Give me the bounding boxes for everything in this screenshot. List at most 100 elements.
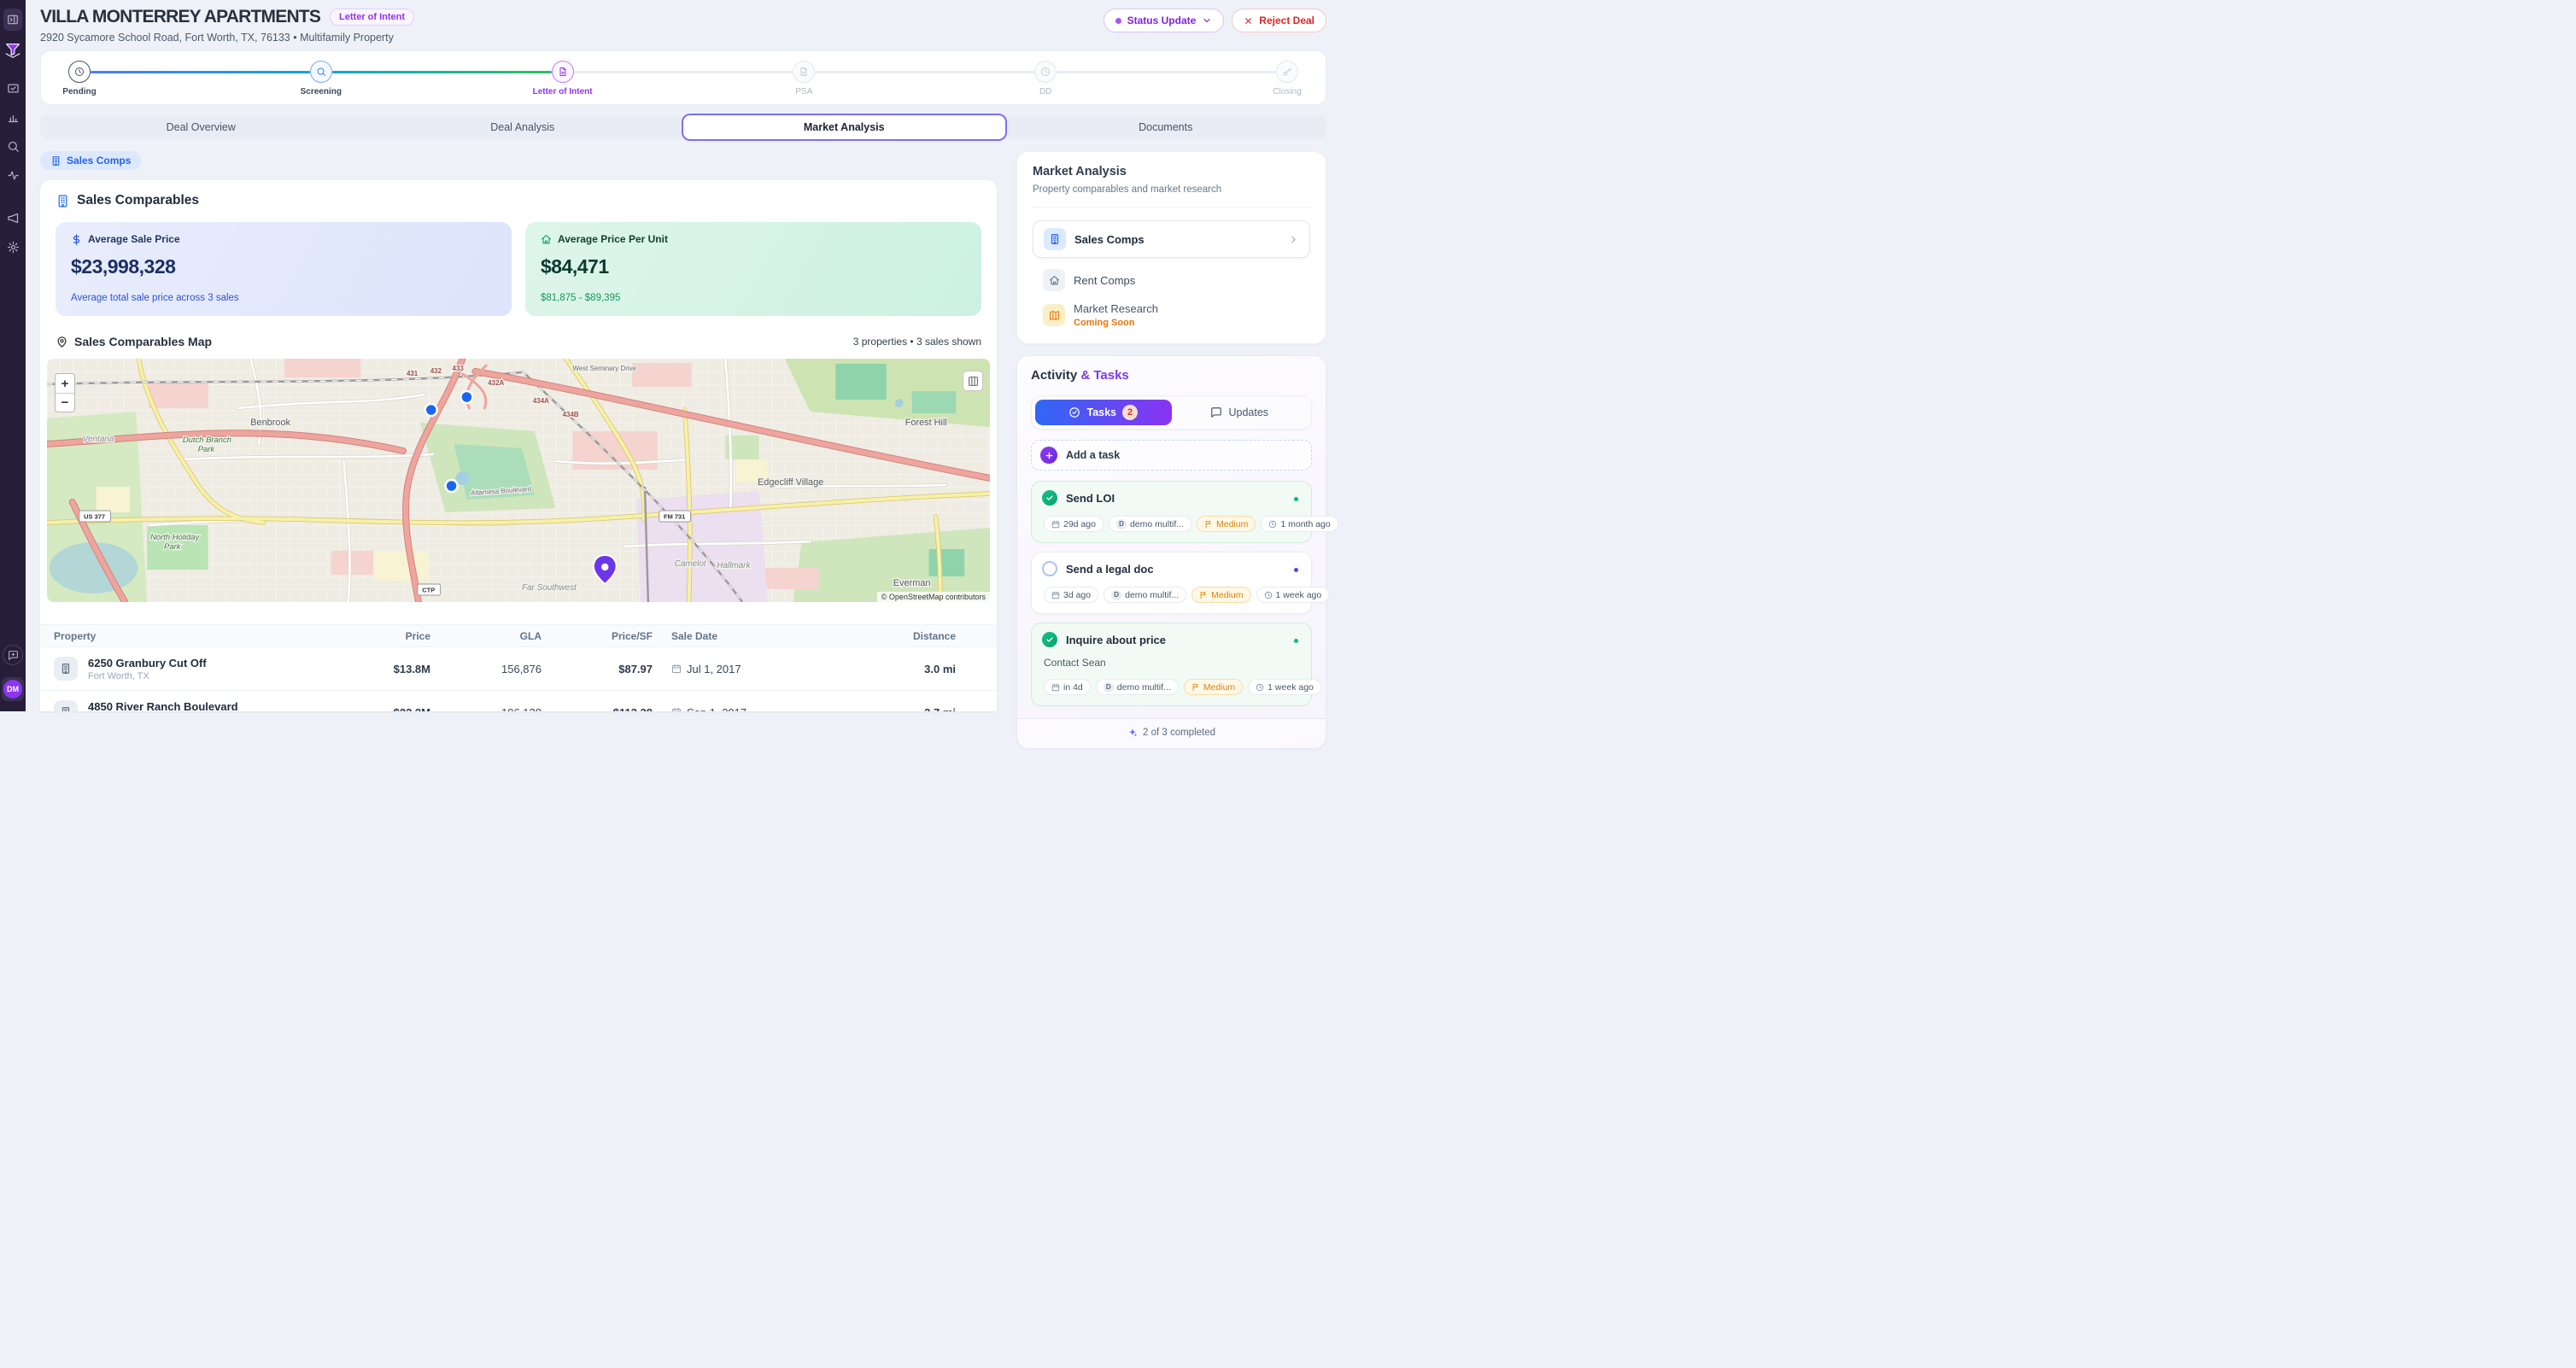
calendar-icon — [671, 707, 682, 711]
task-checkbox-checked[interactable] — [1042, 632, 1057, 647]
stepper-connector — [815, 71, 1034, 73]
sales-comps-chip[interactable]: Sales Comps — [40, 151, 141, 170]
settings-gear-icon[interactable] — [6, 240, 20, 254]
updated-chip: 1 month ago — [1261, 516, 1338, 532]
task-card[interactable]: Send LOI 29d ago Ddemo multif... Medium … — [1031, 481, 1312, 543]
comp-marker[interactable] — [425, 404, 437, 416]
map-label: 431 — [407, 370, 419, 377]
deal-tabs: Deal Overview Deal Analysis Market Analy… — [40, 115, 1326, 139]
activity-pulse-icon[interactable] — [6, 168, 20, 182]
chevron-down-icon — [1202, 15, 1212, 26]
app-logo-funnel-icon[interactable] — [3, 41, 22, 60]
calendar-icon — [1051, 520, 1060, 529]
map-label: Far Southwest — [522, 583, 577, 593]
task-description: Contact Sean — [1044, 657, 1301, 669]
zoom-out-button[interactable]: − — [56, 393, 74, 412]
plus-icon — [1040, 447, 1057, 464]
task-card[interactable]: Send a legal doc 3d ago Ddemo multif... … — [1031, 552, 1312, 614]
map-label: West Seminary Drive — [573, 365, 637, 372]
tasks-count-badge: 2 — [1122, 405, 1138, 420]
tasks-tab[interactable]: Tasks 2 — [1035, 400, 1172, 425]
due-chip: 3d ago — [1044, 587, 1098, 603]
task-checkbox-checked[interactable] — [1042, 490, 1057, 506]
clock-icon — [1040, 67, 1051, 77]
calendar-icon — [1051, 591, 1060, 599]
stepper-step-closing[interactable]: Closing — [1276, 61, 1298, 83]
stepper-step-screening[interactable]: Screening — [310, 61, 332, 83]
deal-stage-badge: Letter of Intent — [330, 9, 414, 26]
sales-comps-map[interactable]: US 377 FM 731 CTP 431 432 433 432A 434A … — [47, 359, 990, 602]
flag-icon — [1191, 683, 1200, 692]
panel-subtitle: Property comparables and market research — [1033, 184, 1310, 195]
map-label: Park — [198, 445, 216, 454]
map-label: Everman — [893, 578, 931, 588]
updates-tab[interactable]: Updates — [1172, 400, 1308, 425]
map-section-heading: Sales Comparables Map — [56, 335, 212, 348]
table-row[interactable]: 4850 River Ranch BoulevardFort Worth, TX… — [40, 691, 997, 711]
nav-item-rent-comps[interactable]: Rent Comps — [1033, 269, 1310, 291]
map-label: 434A — [533, 397, 549, 405]
map-label: 432A — [488, 379, 504, 387]
task-status-dot — [1294, 497, 1298, 501]
task-checkbox-unchecked[interactable] — [1042, 561, 1057, 576]
building-icon — [54, 700, 78, 711]
calendar-icon — [671, 664, 682, 674]
calendar-icon — [1051, 683, 1060, 692]
building-icon — [50, 155, 61, 167]
search-icon[interactable] — [6, 139, 20, 153]
activity-tasks-panel: Activity & Tasks Tasks 2 Updates Add — [1016, 355, 1326, 749]
stepper-step-pending[interactable]: Pending — [68, 61, 91, 83]
map-attribution[interactable]: © OpenStreetMap contributors — [877, 592, 990, 602]
tab-documents[interactable]: Documents — [1005, 115, 1327, 139]
zoom-in-button[interactable]: + — [56, 374, 74, 393]
flag-icon — [1204, 520, 1213, 529]
tab-deal-analysis[interactable]: Deal Analysis — [362, 115, 684, 139]
feedback-chat-icon[interactable] — [3, 645, 23, 665]
stepper-step-dd[interactable]: DD — [1034, 61, 1057, 83]
house-icon — [1043, 269, 1065, 291]
map-label: Camelot — [675, 559, 707, 569]
map-label: Hallmark — [717, 561, 751, 570]
app-rail: DM — [0, 0, 26, 711]
activity-segmented-control: Tasks 2 Updates — [1031, 395, 1312, 430]
status-update-button[interactable]: Status Update — [1104, 9, 1225, 32]
tab-market-analysis[interactable]: Market Analysis — [683, 115, 1005, 139]
inbox-check-icon[interactable] — [6, 81, 20, 95]
reject-deal-button[interactable]: Reject Deal — [1232, 9, 1326, 32]
comp-marker[interactable] — [446, 480, 458, 492]
avg-sale-price-card: Average Sale Price $23,998,328 Average t… — [56, 222, 512, 316]
search-icon — [316, 67, 326, 77]
nav-item-sales-comps[interactable]: Sales Comps — [1033, 220, 1310, 258]
priority-chip: Medium — [1191, 587, 1250, 603]
table-row[interactable]: 6250 Granbury Cut OffFort Worth, TX $13.… — [40, 647, 997, 691]
add-task-button[interactable]: Add a task — [1031, 440, 1312, 471]
megaphone-icon[interactable] — [6, 211, 20, 225]
stepper-step-psa[interactable]: PSA — [793, 61, 815, 83]
sales-comps-table: Property Price GLA Price/SF Sale Date Di… — [40, 624, 997, 711]
market-analysis-panel: Market Analysis Property comparables and… — [1016, 151, 1326, 344]
building-icon — [1044, 228, 1066, 250]
check-circle-icon — [1068, 406, 1080, 418]
sidebar-toggle-icon[interactable] — [3, 9, 22, 31]
nav-item-market-research[interactable]: Market Research Coming Soon — [1033, 302, 1310, 328]
map-label: 433 — [453, 365, 465, 372]
deal-stage-stepper: Pending Screening Letter of Intent PSA D… — [40, 50, 1326, 105]
bar-chart-icon[interactable] — [6, 110, 20, 124]
map-label: Forest Hill — [905, 418, 947, 428]
task-card[interactable]: Inquire about price Contact Sean in 4d D… — [1031, 623, 1312, 706]
priority-chip: Medium — [1184, 679, 1243, 695]
due-chip: in 4d — [1044, 679, 1091, 695]
comp-marker[interactable] — [460, 391, 472, 403]
map-summary: 3 properties • 3 sales shown — [853, 336, 981, 348]
avg-sale-price-value: $23,998,328 — [71, 255, 496, 278]
deal-chip: Ddemo multif... — [1109, 516, 1191, 532]
building-icon — [54, 657, 78, 681]
tab-deal-overview[interactable]: Deal Overview — [40, 115, 362, 139]
stepper-step-letter-of-intent[interactable]: Letter of Intent — [552, 61, 574, 83]
file-text-icon — [558, 67, 568, 77]
user-avatar[interactable]: DM — [2, 677, 24, 701]
updated-chip: 1 week ago — [1256, 587, 1330, 603]
map-zoom-control: + − — [55, 373, 75, 412]
map-layers-button[interactable] — [963, 371, 983, 391]
sales-comparables-heading: Sales Comparables — [56, 193, 981, 208]
